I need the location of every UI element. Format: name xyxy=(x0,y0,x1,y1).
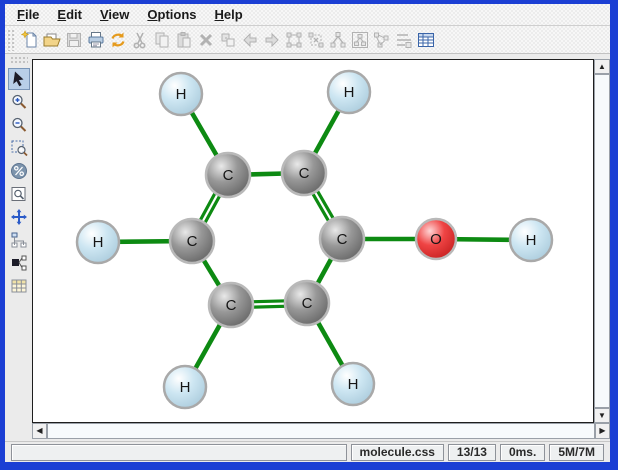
atom-h[interactable]: H xyxy=(160,73,202,115)
window-frame: File Edit View Options Help HHCCCCOHHCCH… xyxy=(0,0,618,470)
atom-label: C xyxy=(187,233,198,250)
atom-h[interactable]: H xyxy=(77,221,119,263)
select-tool-icon[interactable] xyxy=(8,68,30,90)
atom-label: H xyxy=(176,86,187,103)
paste-icon xyxy=(173,29,195,51)
hierarchical-layout-icon xyxy=(349,29,371,51)
atom-label: C xyxy=(337,231,348,248)
atom-label: H xyxy=(344,84,355,101)
molecule-drawing: H H C C C C O H H C C H H xyxy=(33,60,593,422)
app-window: File Edit View Options Help HHCCCCOHHCCH… xyxy=(5,4,610,462)
status-stylesheet: molecule.css xyxy=(351,444,444,461)
scroll-down-button[interactable]: ▼ xyxy=(594,408,610,423)
open-icon[interactable] xyxy=(41,29,63,51)
menu-help[interactable]: Help xyxy=(209,5,249,24)
to-front-icon xyxy=(217,29,239,51)
menu-file[interactable]: File xyxy=(11,5,45,24)
atom-h[interactable]: H xyxy=(164,366,206,408)
atom-label: O xyxy=(430,231,442,248)
palette-grip[interactable] xyxy=(10,56,28,65)
zoom-in-tool-icon[interactable] xyxy=(8,91,30,113)
redo-icon xyxy=(261,29,283,51)
main-area: H H C C C C O H H C C H H ▲ ▼ ◀ ▶ xyxy=(5,54,610,441)
ungroup-icon xyxy=(305,29,327,51)
scroll-up-button[interactable]: ▲ xyxy=(594,59,610,74)
atom-h[interactable]: H xyxy=(328,71,370,113)
zoom-region-tool-icon[interactable] xyxy=(8,137,30,159)
menu-view[interactable]: View xyxy=(94,5,135,24)
atom-label: H xyxy=(180,379,191,396)
table-icon[interactable] xyxy=(415,29,437,51)
status-bar: molecule.css 13/13 0ms. 5M/7M xyxy=(5,441,610,462)
toolbar-grip[interactable] xyxy=(7,29,16,51)
atom-label: H xyxy=(348,376,359,393)
print-icon[interactable] xyxy=(85,29,107,51)
align-icon xyxy=(393,29,415,51)
toolbar xyxy=(5,26,610,54)
atom-label: C xyxy=(302,295,313,312)
tree-layout-icon xyxy=(327,29,349,51)
menu-edit[interactable]: Edit xyxy=(51,5,88,24)
grid-tool-icon[interactable] xyxy=(8,275,30,297)
atom-c[interactable]: C xyxy=(282,151,326,195)
zoom-out-tool-icon[interactable] xyxy=(8,114,30,136)
palette-tools xyxy=(8,68,30,298)
group-icon xyxy=(283,29,305,51)
atom-o[interactable]: O xyxy=(416,219,456,259)
atom-c[interactable]: C xyxy=(206,153,250,197)
copy-icon xyxy=(151,29,173,51)
atom-label: C xyxy=(226,297,237,314)
toolbar-buttons xyxy=(19,29,437,51)
organic-layout-icon xyxy=(371,29,393,51)
pan-tool-icon[interactable] xyxy=(8,206,30,228)
status-render-time: 0ms. xyxy=(500,444,545,461)
status-memory: 5M/7M xyxy=(549,444,604,461)
tool-palette xyxy=(5,54,32,441)
edge-tool-tool-icon[interactable] xyxy=(8,252,30,274)
outline-tool-icon[interactable] xyxy=(8,229,30,251)
graph-canvas[interactable]: H H C C C C O H H C C H H xyxy=(32,59,594,423)
horizontal-scrollbar[interactable]: ◀ ▶ xyxy=(32,423,610,439)
save-icon xyxy=(63,29,85,51)
refresh-icon[interactable] xyxy=(107,29,129,51)
new-icon[interactable] xyxy=(19,29,41,51)
atom-label: H xyxy=(526,232,537,249)
preview-tool-icon[interactable] xyxy=(8,183,30,205)
atom-label: C xyxy=(223,167,234,184)
atom-label: H xyxy=(93,234,104,251)
vertical-scroll-thumb[interactable] xyxy=(594,74,610,408)
status-message xyxy=(11,444,347,461)
delete-icon xyxy=(195,29,217,51)
scroll-right-button[interactable]: ▶ xyxy=(595,423,610,439)
atom-h[interactable]: H xyxy=(510,219,552,261)
atom-c[interactable]: C xyxy=(209,283,253,327)
zoom-percent-tool-icon[interactable] xyxy=(8,160,30,182)
cut-icon xyxy=(129,29,151,51)
horizontal-scroll-thumb[interactable] xyxy=(47,423,595,439)
atom-c[interactable]: C xyxy=(320,217,364,261)
atom-c[interactable]: C xyxy=(170,219,214,263)
menu-options[interactable]: Options xyxy=(141,5,202,24)
vertical-scrollbar[interactable]: ▲ ▼ xyxy=(594,59,610,423)
scroll-left-button[interactable]: ◀ xyxy=(32,423,47,439)
atom-c[interactable]: C xyxy=(285,281,329,325)
atom-label: C xyxy=(299,165,310,182)
atom-h[interactable]: H xyxy=(332,363,374,405)
status-selection-count: 13/13 xyxy=(448,444,496,461)
undo-icon xyxy=(239,29,261,51)
menu-bar: File Edit View Options Help xyxy=(5,4,610,26)
